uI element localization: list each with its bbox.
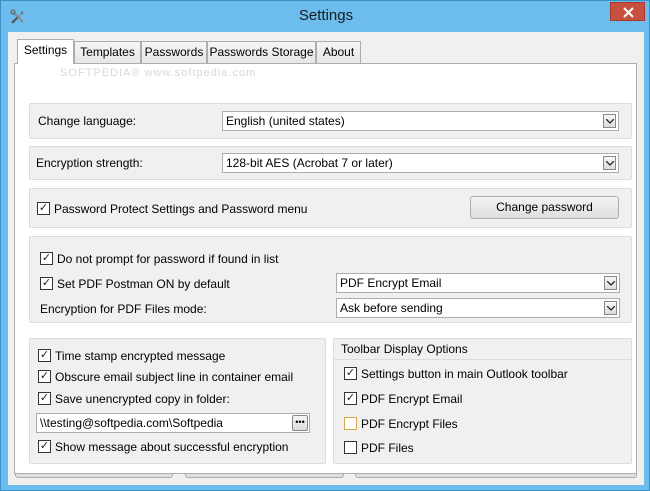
dialog-client: Settings Templates Passwords Passwords S…: [8, 32, 644, 485]
password-protect-label: Password Protect Settings and Password m…: [54, 202, 308, 216]
language-value: English (united states): [226, 114, 345, 128]
pdf-files-checkbox[interactable]: [344, 441, 357, 454]
timestamp-label: Time stamp encrypted message: [55, 349, 226, 363]
pdf-files-label: PDF Files: [361, 441, 414, 455]
title-bar[interactable]: Settings: [1, 1, 650, 32]
encryption-mode-label: Encryption for PDF Files mode:: [40, 302, 207, 316]
language-select[interactable]: English (united states): [222, 111, 619, 131]
language-group: Change language: English (united states): [29, 103, 632, 139]
toolbar-options-title: Toolbar Display Options: [341, 342, 468, 356]
postman-value: PDF Encrypt Email: [340, 276, 442, 290]
no-prompt-label: Do not prompt for password if found in l…: [57, 252, 279, 266]
show-message-checkbox[interactable]: ✓: [38, 440, 51, 453]
postman-select[interactable]: PDF Encrypt Email: [336, 273, 620, 293]
tab-about[interactable]: About: [316, 41, 361, 63]
divider: [334, 359, 631, 360]
toolbar-options-group: Toolbar Display Options ✓ Settings butto…: [333, 338, 632, 464]
timestamp-checkbox[interactable]: ✓: [38, 349, 51, 362]
encryption-mode-value: Ask before sending: [340, 301, 443, 315]
password-protect-group: ✓ Password Protect Settings and Password…: [29, 188, 632, 228]
save-copy-checkbox[interactable]: ✓: [38, 392, 51, 405]
tab-passwords-storage[interactable]: Passwords Storage: [207, 41, 316, 63]
close-icon: [623, 7, 634, 18]
chevron-down-icon: [603, 156, 616, 170]
settings-window: Settings Settings Templates Passwords Pa…: [0, 0, 650, 491]
chevron-down-icon: [603, 114, 616, 128]
encrypt-files-label: PDF Encrypt Files: [361, 417, 458, 431]
tab-templates[interactable]: Templates: [74, 41, 141, 63]
folder-path-value: \\testing@softpedia.com\Softpedia: [40, 416, 223, 430]
change-password-button[interactable]: Change password: [470, 196, 619, 219]
encryption-strength-label: Encryption strength:: [36, 156, 143, 170]
chevron-down-icon: [604, 276, 617, 290]
encryption-strength-value: 128-bit AES (Acrobat 7 or later): [226, 156, 393, 170]
watermark: SOFTPEDIA® www.softpedia.com: [60, 67, 257, 79]
message-options-group: ✓ Time stamp encrypted message ✓ Obscure…: [29, 338, 326, 464]
folder-path-input[interactable]: \\testing@softpedia.com\Softpedia •••: [36, 413, 310, 433]
encryption-group: Encryption strength: 128-bit AES (Acroba…: [29, 146, 632, 180]
chevron-down-icon: [604, 301, 617, 315]
encrypt-files-checkbox[interactable]: [344, 417, 357, 430]
password-protect-checkbox[interactable]: ✓: [37, 202, 50, 215]
save-copy-label: Save unencrypted copy in folder:: [55, 392, 230, 406]
settings-tab-panel: SOFTPEDIA® www.softpedia.com Change lang…: [14, 63, 637, 474]
show-message-label: Show message about successful encryption: [55, 440, 289, 454]
obscure-subject-checkbox[interactable]: ✓: [38, 370, 51, 383]
browse-ellipsis-button[interactable]: •••: [292, 415, 308, 431]
prompt-group: ✓ Do not prompt for password if found in…: [29, 236, 632, 323]
encryption-strength-select[interactable]: 128-bit AES (Acrobat 7 or later): [222, 153, 619, 173]
tab-settings[interactable]: Settings: [17, 39, 74, 64]
settings-button-label: Settings button in main Outlook toolbar: [361, 367, 568, 381]
tab-passwords[interactable]: Passwords: [141, 41, 207, 63]
window-title: Settings: [298, 7, 354, 24]
change-language-label: Change language:: [38, 114, 137, 128]
no-prompt-checkbox[interactable]: ✓: [40, 252, 53, 265]
encrypt-email-checkbox[interactable]: ✓: [344, 392, 357, 405]
settings-button-checkbox[interactable]: ✓: [344, 367, 357, 380]
encrypt-email-label: PDF Encrypt Email: [361, 392, 463, 406]
close-button[interactable]: [610, 2, 645, 21]
encryption-mode-select[interactable]: Ask before sending: [336, 298, 620, 318]
postman-checkbox[interactable]: ✓: [40, 277, 53, 290]
postman-label: Set PDF Postman ON by default: [57, 277, 230, 291]
obscure-subject-label: Obscure email subject line in container …: [55, 370, 294, 384]
